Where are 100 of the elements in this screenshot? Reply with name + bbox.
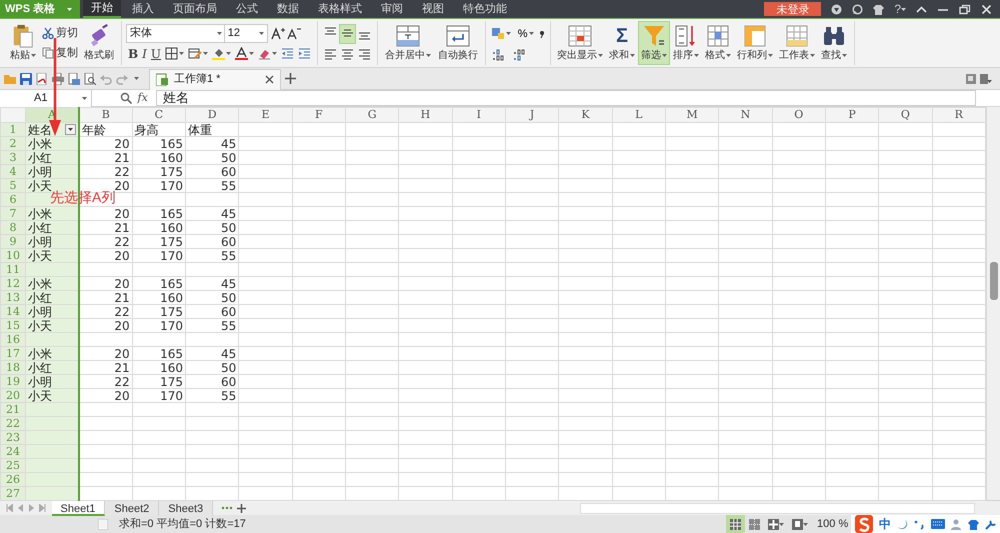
table-cell: 21	[78, 150, 132, 164]
menu-tab[interactable]: 开始	[83, 0, 121, 18]
table-cell: 21	[78, 360, 132, 374]
sigma-icon: Σ	[616, 24, 628, 48]
column-header[interactable]: Q	[878, 108, 932, 122]
table-cell: 60	[185, 374, 239, 388]
table-cell: 175	[132, 374, 186, 388]
column-header[interactable]: O	[772, 108, 826, 122]
menu-tab[interactable]: 插入	[124, 0, 162, 18]
table-cell: 体重	[185, 122, 239, 136]
menu-tab[interactable]: 视图	[414, 0, 452, 18]
font-size-field[interactable]: 12	[224, 24, 268, 43]
format-button[interactable]: 格式	[702, 21, 734, 65]
sheet-tab[interactable]: Sheet1	[52, 500, 106, 516]
menu-tab[interactable]: 页面布局	[165, 0, 225, 18]
column-header[interactable]: I	[452, 108, 506, 122]
table-cell: 175	[132, 304, 186, 318]
table-cell: 50	[185, 290, 239, 304]
name-box[interactable]: A1	[0, 90, 92, 106]
column-header[interactable]: C	[132, 108, 186, 122]
column-header[interactable]: F	[292, 108, 346, 122]
underline-button[interactable]: U	[148, 44, 164, 64]
sort-button[interactable]: 排序	[670, 21, 702, 65]
input-mode-toggle[interactable]: 中	[879, 515, 891, 533]
app-menu-button[interactable]: WPS 表格	[0, 0, 80, 18]
sheet-tab[interactable]: Sheet2	[105, 500, 160, 516]
table-cell: 170	[132, 248, 186, 262]
table-cell: 45	[185, 136, 239, 150]
column-header[interactable]: N	[718, 108, 772, 122]
table-cell: 身高	[132, 122, 186, 136]
table-cell: 22	[78, 304, 132, 318]
menu-tab[interactable]: 表格样式	[310, 0, 370, 18]
menu-tab[interactable]: 公式	[228, 0, 266, 18]
worksheet-button[interactable]: 工作表	[776, 21, 818, 65]
table-cell: 165	[132, 276, 186, 290]
copy-button[interactable]: 复制	[40, 44, 80, 62]
column-header[interactable]: P	[825, 108, 879, 122]
column-header[interactable]: J	[505, 108, 559, 122]
italic-button[interactable]: I	[140, 44, 149, 64]
find-button[interactable]: 查找	[818, 21, 850, 65]
table-cell: 45	[185, 346, 239, 360]
insert-function-button[interactable]: fx	[138, 90, 148, 106]
menu-tab[interactable]: 特色功能	[455, 0, 515, 18]
column-header[interactable]: L	[612, 108, 666, 122]
zoom-level[interactable]: 100 %	[817, 516, 848, 532]
table-cell: 20	[78, 136, 132, 150]
table-cell: 160	[132, 150, 186, 164]
percent-button[interactable]: %	[516, 24, 536, 44]
font-name-field[interactable]: 宋体	[126, 24, 226, 43]
table-cell: 21	[78, 290, 132, 304]
column-header[interactable]: G	[345, 108, 399, 122]
sum-button[interactable]: Σ 求和	[606, 21, 638, 65]
table-cell: 20	[78, 388, 132, 402]
table-cell: 小米	[26, 136, 79, 150]
table-cell: 60	[185, 304, 239, 318]
table-cell: 45	[185, 276, 239, 290]
table-cell: 小明	[26, 234, 79, 248]
table-cell: 45	[185, 206, 239, 220]
column-header[interactable]: K	[558, 108, 612, 122]
help-button[interactable]: ?	[894, 0, 906, 18]
filter-button[interactable]: 筛选	[638, 21, 670, 65]
table-cell: 175	[132, 234, 186, 248]
wrap-text-button[interactable]: 自动换行	[435, 21, 482, 65]
table-cell: 55	[185, 178, 239, 192]
table-cell: 160	[132, 360, 186, 374]
column-header[interactable]: R	[932, 108, 986, 122]
table-cell: 小米	[26, 346, 79, 360]
table-cell: 年龄	[78, 122, 132, 136]
rows-columns-button[interactable]: 行和列	[734, 21, 776, 65]
table-cell: 小米	[26, 276, 79, 290]
column-header[interactable]: D	[185, 108, 239, 122]
table-cell: 55	[185, 248, 239, 262]
table-cell: 小天	[26, 388, 79, 402]
menu-tab[interactable]: 审阅	[373, 0, 411, 18]
sheet-tab[interactable]: Sheet3	[159, 500, 214, 516]
table-cell: 170	[132, 388, 186, 402]
column-header[interactable]: M	[665, 108, 719, 122]
column-header[interactable]: E	[238, 108, 292, 122]
table-cell: 小天	[26, 248, 79, 262]
format-painter-button[interactable]: 格式刷	[81, 21, 117, 65]
table-cell: 55	[185, 318, 239, 332]
menu-tab[interactable]: 数据	[269, 0, 307, 18]
table-cell: 22	[78, 164, 132, 178]
table-cell: 小红	[26, 290, 79, 304]
table-cell: 175	[132, 164, 186, 178]
highlight-button[interactable]: 突出显示	[554, 21, 606, 65]
table-cell: 20	[78, 318, 132, 332]
login-button[interactable]: 未登录	[764, 2, 822, 16]
column-header[interactable]: H	[398, 108, 452, 122]
formula-input[interactable]: 姓名	[156, 90, 976, 106]
document-tab[interactable]: 工作簿1 *	[149, 68, 281, 90]
merge-center-button[interactable]: 合并居中	[382, 21, 434, 65]
paste-button[interactable]: 粘贴	[7, 21, 39, 65]
table-cell: 60	[185, 234, 239, 248]
cut-button[interactable]: 剪切	[40, 24, 80, 42]
column-header[interactable]: B	[78, 108, 132, 122]
table-cell: 小米	[26, 206, 79, 220]
table-cell: 160	[132, 220, 186, 234]
table-cell: 20	[78, 276, 132, 290]
bold-button[interactable]: B	[126, 44, 140, 64]
